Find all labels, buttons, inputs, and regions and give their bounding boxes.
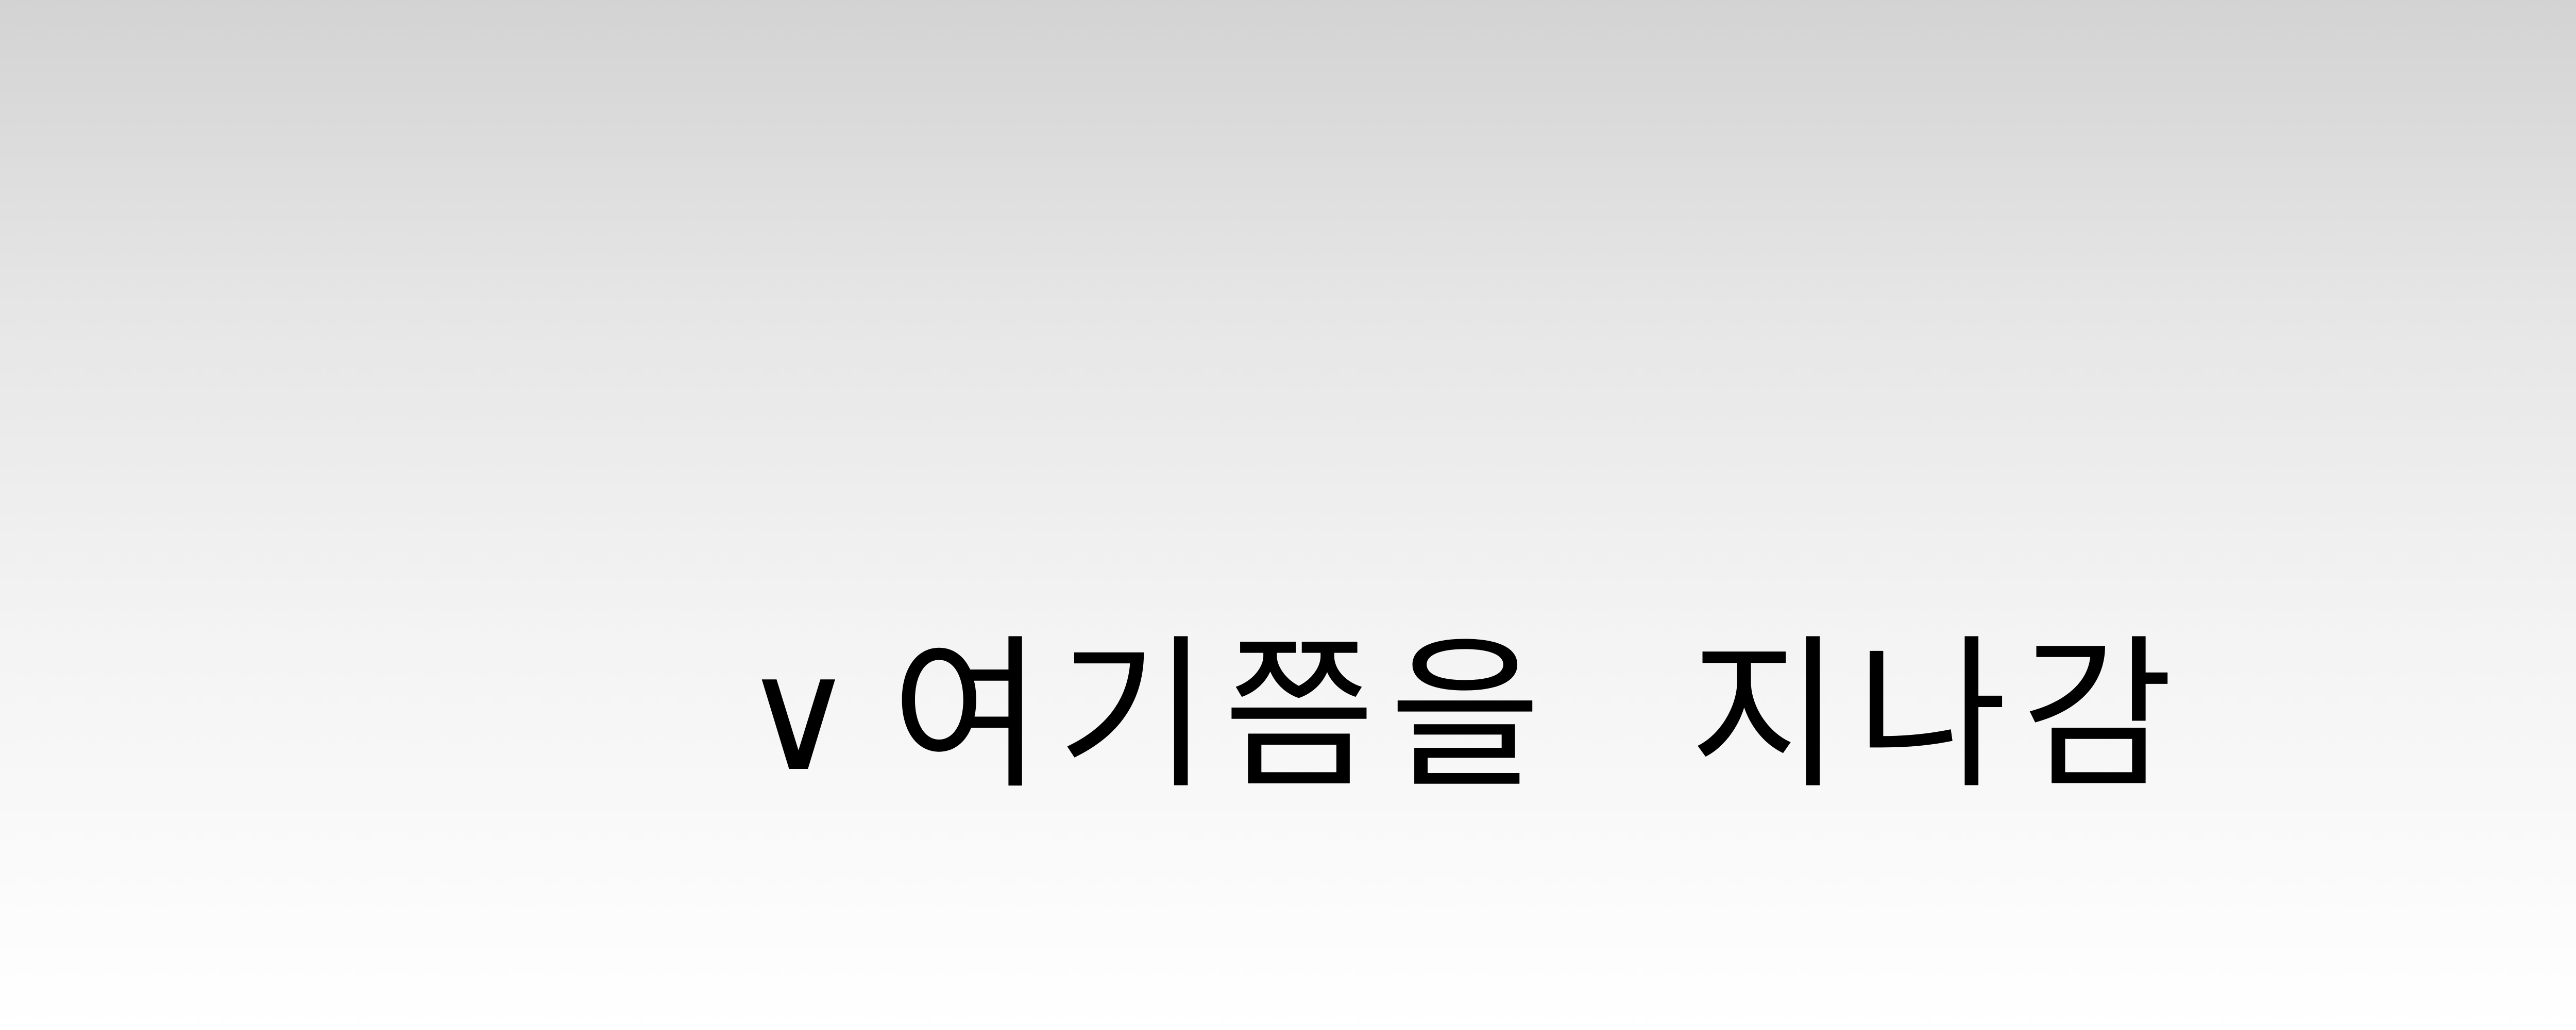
chevron-mark: ∨: [742, 626, 855, 805]
caption-phrase-2: 지나감: [1689, 620, 2188, 812]
caption-phrase-1: 여기쯤을: [891, 620, 1556, 812]
caption-line: ∨ 여기쯤을 지나감: [742, 613, 2188, 819]
